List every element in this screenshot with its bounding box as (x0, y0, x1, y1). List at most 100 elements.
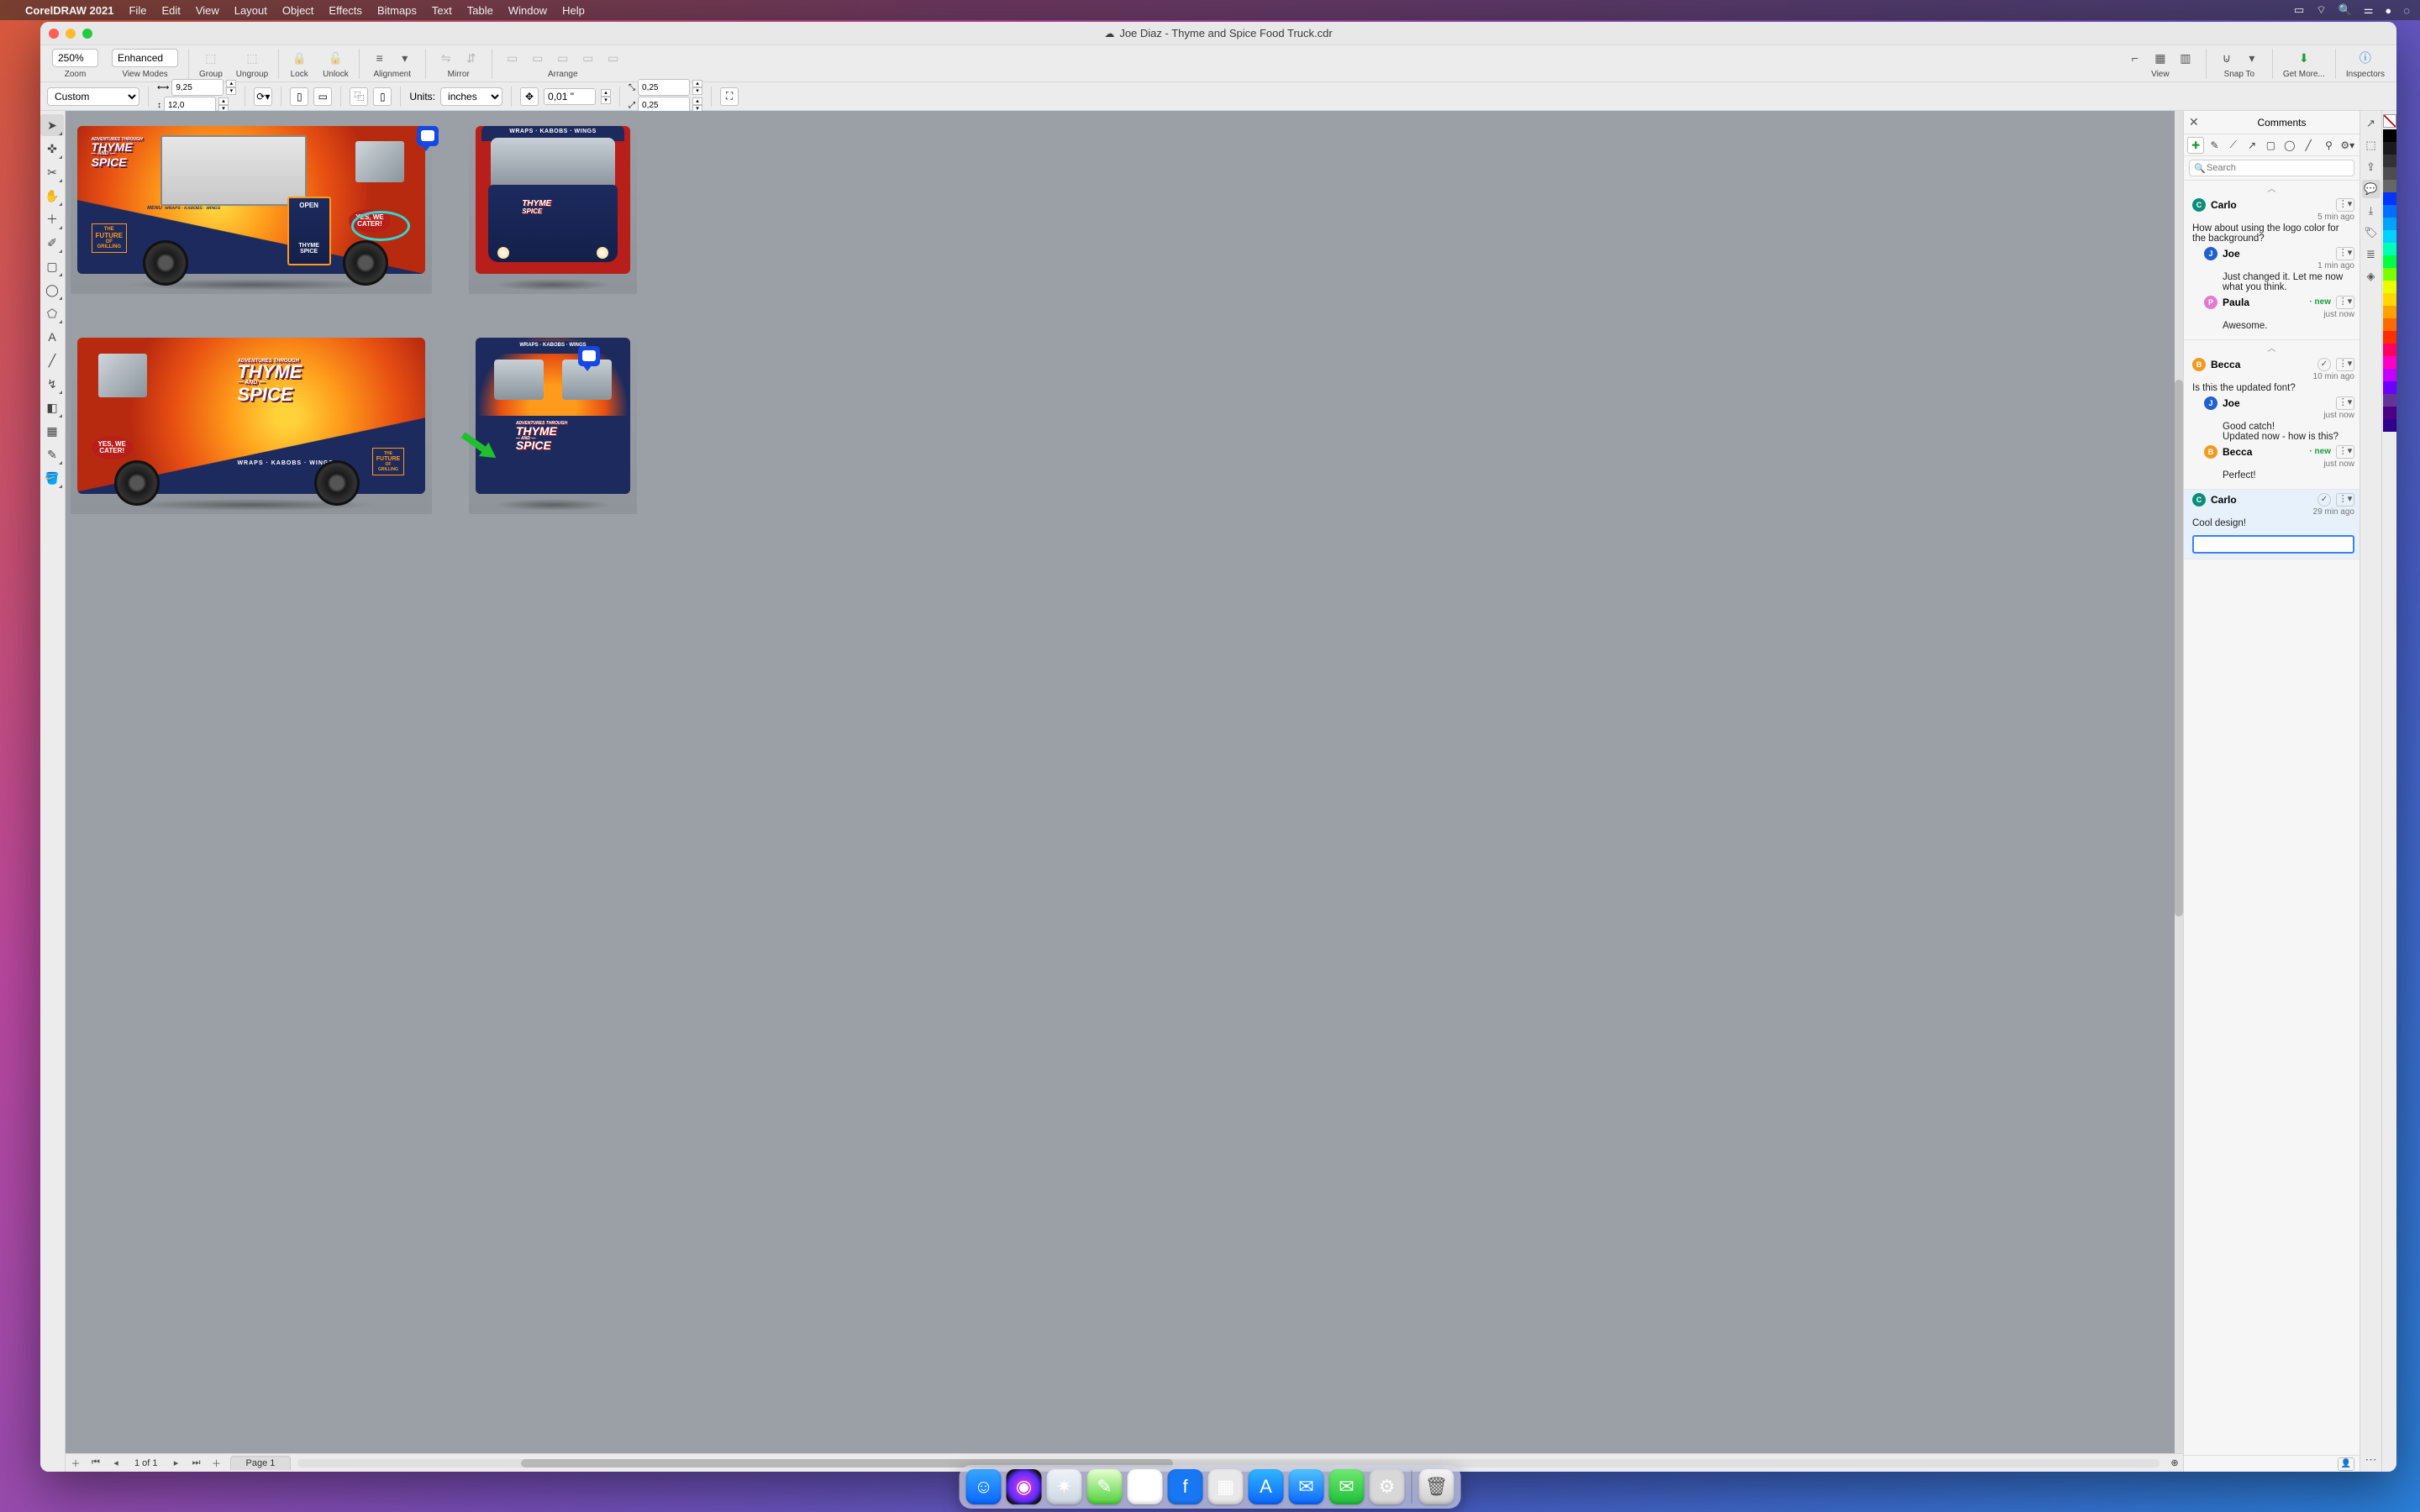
thread-collapse-caret[interactable]: ︿ (2184, 181, 2360, 195)
mirror-v-button[interactable]: ⇵ (461, 49, 481, 67)
minimize-window-button[interactable] (66, 29, 76, 39)
dock-app-appstore[interactable]: A (1249, 1469, 1284, 1504)
color-swatch[interactable] (2383, 331, 2396, 344)
dock-app-launchpad[interactable]: ▦ (1208, 1469, 1244, 1504)
menu-edit[interactable]: Edit (161, 4, 180, 17)
tab-comments-icon[interactable]: 💬 (2362, 180, 2381, 198)
dock-app-facebook[interactable]: f (1168, 1469, 1203, 1504)
color-swatch[interactable] (2383, 394, 2396, 407)
tab-transform-icon[interactable]: ⬚ (2362, 136, 2381, 155)
portrait-button[interactable]: ▯ (290, 87, 308, 106)
inspectors-button[interactable]: ⓘ (2355, 49, 2375, 67)
tab-styles-icon[interactable]: ◈ (2362, 267, 2381, 286)
ungroup-button[interactable]: ⬚ (242, 49, 262, 67)
app-name[interactable]: CorelDRAW 2021 (25, 4, 113, 17)
tab-align-icon[interactable]: ≣ (2362, 245, 2381, 264)
dock-app-photos[interactable]: ✿ (1128, 1469, 1163, 1504)
connector-tool[interactable]: ↯ (40, 373, 64, 395)
comments-search-input[interactable] (2189, 160, 2354, 176)
comment-thread[interactable]: CCarlo⋮▾5 min agoHow about using the log… (2184, 195, 2360, 340)
color-swatch[interactable] (2383, 205, 2396, 218)
duplicate-x-field[interactable]: 0,25 (638, 79, 690, 96)
eyedropper-tool[interactable]: ✎ (40, 444, 64, 465)
all-pages-button[interactable]: ⿻ (350, 87, 368, 106)
comment-menu-button[interactable]: ⋮▾ (2336, 358, 2354, 371)
zoom-select[interactable]: 250% (52, 49, 98, 67)
lock-button[interactable]: 🔒 (289, 49, 309, 67)
color-swatch[interactable] (2383, 419, 2396, 432)
menu-table[interactable]: Table (467, 4, 493, 17)
align-dropdown[interactable]: ▾ (395, 49, 415, 67)
more-inspectors-button[interactable]: ⋯ (2365, 1452, 2377, 1467)
unlock-button[interactable]: 🔓 (325, 49, 345, 67)
page-preset-select[interactable]: Custom (47, 87, 139, 106)
width-spinner[interactable]: ▴▾ (226, 80, 236, 95)
menu-help[interactable]: Help (562, 4, 585, 17)
prev-page-button[interactable]: ◂ (106, 1457, 126, 1468)
drop-shadow-tool[interactable]: ◧ (40, 396, 64, 418)
color-swatch[interactable] (2383, 155, 2396, 167)
mirror-h-button[interactable]: ⇋ (436, 49, 456, 67)
color-swatch[interactable] (2383, 218, 2396, 230)
current-page-button[interactable]: ▯ (373, 87, 392, 106)
arrange-backward-button[interactable]: ▭ (553, 49, 573, 67)
color-swatch[interactable] (2383, 407, 2396, 419)
view-grid-button[interactable]: ▦ (2150, 49, 2170, 67)
comment-thread[interactable]: CCarlo✓⋮▾29 min agoCool design! (2184, 490, 2360, 559)
arrange-front-button[interactable]: ▭ (502, 49, 523, 67)
comments-options-button[interactable]: ⚙▾ (2339, 137, 2356, 154)
view-rulers-button[interactable]: ⌐ (2125, 49, 2145, 67)
line-annotate-button[interactable]: ╱ (2300, 137, 2317, 154)
menu-view[interactable]: View (196, 4, 219, 17)
user-icon[interactable]: ● (2385, 4, 2391, 17)
text-tool[interactable]: A (40, 326, 64, 348)
comment-menu-button[interactable]: ⋮▾ (2336, 396, 2354, 410)
view-guides-button[interactable]: ▥ (2175, 49, 2196, 67)
sign-in-button[interactable]: 👤 (2338, 1457, 2354, 1471)
dock-app-finder[interactable]: ☺ (966, 1469, 1002, 1504)
last-page-button[interactable]: ⏭ (187, 1457, 207, 1468)
notification-center-icon[interactable]: ◌ (2403, 4, 2410, 17)
color-swatch[interactable] (2383, 381, 2396, 394)
artwork-truck-side-right[interactable]: ADVENTURES THROUGH THYME — AND — SPICE W… (71, 329, 432, 514)
color-swatch[interactable] (2383, 129, 2396, 142)
menu-window[interactable]: Window (508, 4, 547, 17)
comment-menu-button[interactable]: ⋮▾ (2336, 493, 2354, 507)
menu-file[interactable]: File (129, 4, 146, 17)
menu-layout[interactable]: Layout (234, 4, 267, 17)
close-window-button[interactable] (49, 29, 59, 39)
comments-thread-list[interactable]: ︿CCarlo⋮▾5 min agoHow about using the lo… (2184, 181, 2360, 1455)
freehand-tool[interactable]: ＋ (40, 208, 64, 230)
color-swatch[interactable] (2383, 255, 2396, 268)
color-swatch[interactable] (2383, 369, 2396, 381)
shape-tool[interactable]: ✜ (40, 138, 64, 160)
page-tab-1[interactable]: Page 1 (230, 1456, 292, 1470)
dock-app-notes[interactable]: ✎ (1087, 1469, 1123, 1504)
close-panel-button[interactable]: ✕ (2189, 115, 2204, 129)
color-swatch[interactable] (2383, 356, 2396, 369)
dock-app-siri[interactable]: ◉ (1007, 1469, 1042, 1504)
drawing-canvas[interactable]: ADVENTURES THROUGH THYME — AND — SPICE T… (66, 111, 2183, 1453)
color-swatch[interactable] (2383, 281, 2396, 293)
color-swatch[interactable] (2383, 293, 2396, 306)
battery-icon[interactable]: ▭ (2294, 3, 2304, 17)
tab-objects-icon[interactable]: ⤓ (2362, 202, 2381, 220)
comment-menu-button[interactable]: ⋮▾ (2336, 296, 2354, 309)
align-button[interactable]: ≡ (370, 49, 390, 67)
artistic-media-tool[interactable]: ✐ (40, 232, 64, 254)
highlighter-button[interactable]: ⟋ (2225, 137, 2242, 154)
artwork-truck-side-left[interactable]: ADVENTURES THROUGH THYME — AND — SPICE T… (71, 118, 432, 294)
fill-tool[interactable]: 🪣 (40, 467, 64, 489)
comment-menu-button[interactable]: ⋮▾ (2336, 247, 2354, 260)
annotation-ellipse[interactable] (351, 211, 410, 241)
arrange-to-back-button[interactable]: ▭ (603, 49, 623, 67)
nudge-field[interactable]: 0,01 " (544, 88, 596, 105)
color-swatch[interactable] (2383, 243, 2396, 255)
comment-menu-button[interactable]: ⋮▾ (2336, 198, 2354, 212)
tab-export-icon[interactable]: ⇪ (2362, 158, 2381, 176)
first-page-button[interactable]: ⏮ (86, 1457, 106, 1468)
color-swatch[interactable] (2383, 318, 2396, 331)
reply-input[interactable] (2192, 535, 2354, 554)
dock-app-mail[interactable]: ✉ (1289, 1469, 1324, 1504)
snap-dropdown[interactable]: ▾ (2242, 49, 2262, 67)
